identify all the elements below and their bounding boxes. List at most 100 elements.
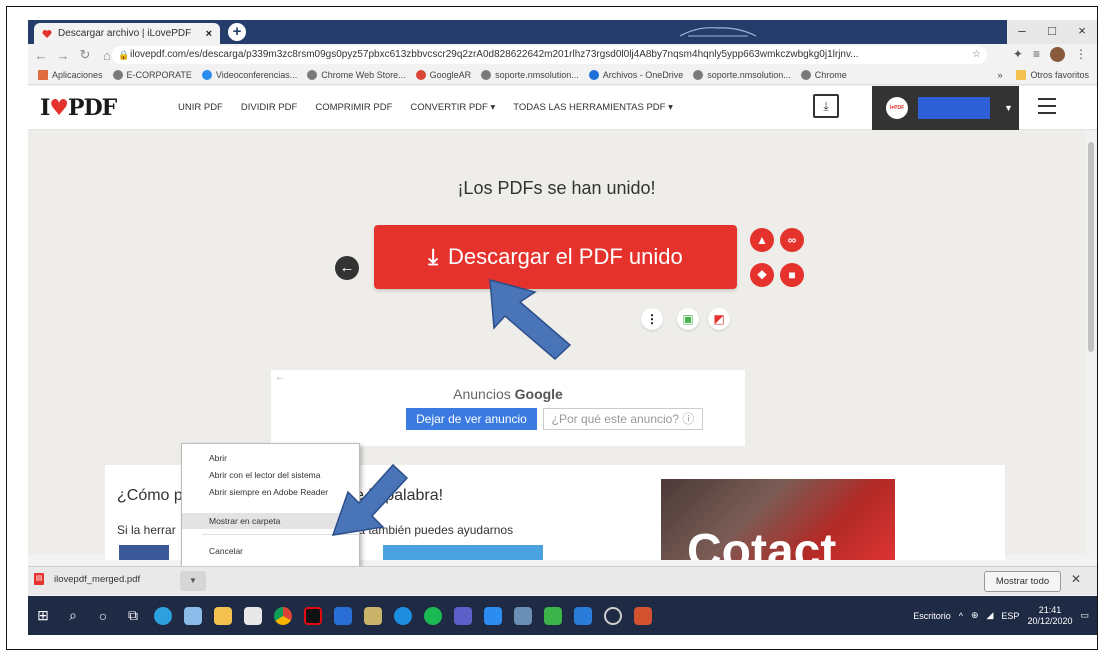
tray-expand-icon[interactable]: ^ (959, 611, 963, 621)
windows-start-icon[interactable]: ⊞ (28, 596, 58, 635)
bookmark-item[interactable]: Archivos - OneDrive (588, 70, 683, 80)
chrome-icon[interactable] (268, 596, 298, 635)
back-arrow-button[interactable]: ← (335, 256, 359, 280)
google-drive-icon[interactable]: ▲ (750, 228, 774, 252)
close-shelf-icon[interactable]: ✕ (1071, 572, 1081, 586)
edge-icon[interactable] (148, 596, 178, 635)
back-icon[interactable]: ← (32, 48, 50, 63)
title-bar: Descargar archivo | iLovePDF × + – □ × (28, 20, 1097, 44)
windows-taskbar: ⊞ ⌕ ○ ⧉ Escritorio ^ ⊕ ◢ ESP 21:41 20/12/… (28, 596, 1097, 635)
ad-back-icon[interactable]: ← (275, 372, 285, 383)
globe-icon (307, 70, 318, 80)
nav-compress-pdf[interactable]: COMPRIMIR PDF (315, 102, 392, 113)
bookmark-item[interactable]: Videoconferencias... (201, 70, 297, 80)
dropbox-icon[interactable]: ❖ (750, 263, 774, 287)
more-bookmarks-icon[interactable]: » (997, 70, 1002, 80)
netflix-icon[interactable] (298, 596, 328, 635)
menu-item-show-in-folder[interactable]: Mostrar en carpeta (182, 513, 359, 529)
file-explorer-icon[interactable] (208, 596, 238, 635)
powerpoint-icon[interactable] (628, 596, 658, 635)
link-icon[interactable]: ∞ (780, 228, 804, 252)
store-icon[interactable] (238, 596, 268, 635)
compress-tool-icon[interactable]: ◩ (708, 308, 730, 330)
globe-icon (112, 70, 123, 80)
teams-icon[interactable] (448, 596, 478, 635)
internet-explorer-icon[interactable] (388, 596, 418, 635)
nav-convert-pdf[interactable]: CONVERTIR PDF ▾ (410, 102, 495, 113)
bookmark-item[interactable]: E-CORPORATE (112, 70, 192, 80)
app-icon[interactable] (538, 596, 568, 635)
address-bar[interactable]: 🔒 ilovepdf.com/es/descarga/p339m3zc8rsm0… (112, 46, 987, 64)
menu-dots-icon[interactable]: ⋮ (1075, 47, 1087, 62)
onedrive-icon (588, 70, 599, 80)
download-merged-pdf-button[interactable]: ⤓ Descargar el PDF unido (374, 225, 737, 289)
bookmark-item[interactable]: soporte.nmsolution... (481, 70, 579, 80)
app-icon[interactable] (508, 596, 538, 635)
forward-icon[interactable]: → (54, 48, 72, 63)
notifications-icon[interactable]: ▭ (1080, 610, 1089, 621)
task-view-icon[interactable]: ⧉ (118, 596, 148, 635)
url-text: ilovepdf.com/es/descarga/p339m3zc8rsm09g… (130, 49, 859, 60)
more-options-icon[interactable]: ⋮ (641, 308, 663, 330)
hamburger-menu-icon[interactable] (1038, 98, 1056, 114)
minimize-button[interactable]: – (1007, 20, 1037, 44)
split-tool-icon[interactable]: ▣ (677, 308, 699, 330)
new-tab-button[interactable]: + (228, 23, 246, 41)
menu-item-open-system-viewer[interactable]: Abrir con el lector del sistema (182, 467, 359, 483)
user-menu[interactable]: I♥PDF ▼ (872, 86, 1019, 130)
search-icon[interactable]: ⌕ (58, 596, 88, 635)
navigation-bar: ← → ↻ ⌂ 🔒 ilovepdf.com/es/descarga/p339m… (28, 44, 1097, 66)
reading-list-icon[interactable]: ≡ (1033, 47, 1040, 62)
browser-tab[interactable]: Descargar archivo | iLovePDF × (34, 23, 220, 44)
desktop-app-icon[interactable]: ⤓ (813, 94, 839, 118)
video-icon (201, 70, 212, 80)
clock[interactable]: 21:41 20/12/2020 (1027, 605, 1072, 627)
menu-item-open[interactable]: Abrir (182, 450, 359, 466)
bookmark-star-icon[interactable]: ☆ (972, 46, 981, 64)
twitter-button[interactable] (383, 545, 543, 560)
stop-ad-button[interactable]: Dejar de ver anuncio (406, 408, 537, 430)
profile-avatar[interactable] (1050, 47, 1065, 62)
volume-icon[interactable]: ◢ (987, 610, 994, 621)
lock-icon: 🔒 (118, 50, 130, 60)
google-icon (415, 70, 426, 80)
bookmark-item[interactable]: soporte.nmsolution... (693, 70, 791, 80)
zoom-icon[interactable] (478, 596, 508, 635)
calculator-icon[interactable] (568, 596, 598, 635)
tab-close-icon[interactable]: × (206, 28, 212, 40)
trash-icon[interactable]: ■ (780, 263, 804, 287)
nav-all-tools[interactable]: TODAS LAS HERRAMIENTAS PDF ▾ (513, 102, 673, 113)
why-ad-button[interactable]: ¿Por qué este anuncio? ⓘ (543, 408, 703, 430)
extension-icon[interactable]: ✦ (1013, 47, 1023, 62)
download-options-button[interactable]: ▼ (180, 571, 206, 591)
ilovepdf-logo[interactable]: I♥PDF (40, 95, 117, 121)
bookmark-item[interactable]: GoogleAR (415, 70, 471, 80)
scrollbar-thumb[interactable] (1088, 142, 1094, 352)
mail-icon[interactable] (328, 596, 358, 635)
spotify-icon[interactable] (418, 596, 448, 635)
nav-split-pdf[interactable]: DIVIDIR PDF (241, 102, 297, 113)
bookmark-item[interactable]: Chrome (800, 70, 847, 80)
menu-item-always-open-adobe[interactable]: Abrir siempre en Adobe Reader (182, 484, 359, 500)
notes-icon[interactable] (358, 596, 388, 635)
card-heading-left: ¿Cómo p (117, 487, 183, 504)
bookmark-apps[interactable]: Aplicaciones (38, 70, 103, 80)
app-icon[interactable] (598, 596, 628, 635)
cortana-icon[interactable]: ○ (88, 596, 118, 635)
nav-merge-pdf[interactable]: UNIR PDF (178, 102, 223, 113)
facebook-button[interactable] (119, 545, 169, 560)
bookmark-item[interactable]: Chrome Web Store... (307, 70, 406, 80)
maximize-button[interactable]: □ (1037, 20, 1067, 44)
download-item[interactable]: ▤ ilovepdf_merged.pdf (34, 573, 140, 585)
other-bookmarks[interactable]: » Otros favoritos (997, 70, 1089, 80)
reload-icon[interactable]: ↻ (76, 47, 94, 63)
close-window-button[interactable]: × (1067, 20, 1097, 44)
language-indicator[interactable]: ESP (1001, 611, 1019, 621)
promo-image: Cotact (661, 479, 895, 560)
desktop-toolbar-label[interactable]: Escritorio (913, 611, 951, 621)
menu-item-cancel[interactable]: Cancelar (182, 543, 359, 559)
app-icon[interactable] (178, 596, 208, 635)
show-all-button[interactable]: Mostrar todo (984, 571, 1061, 592)
network-icon[interactable]: ⊕ (971, 610, 979, 621)
page-scrollbar[interactable] (1085, 130, 1097, 555)
